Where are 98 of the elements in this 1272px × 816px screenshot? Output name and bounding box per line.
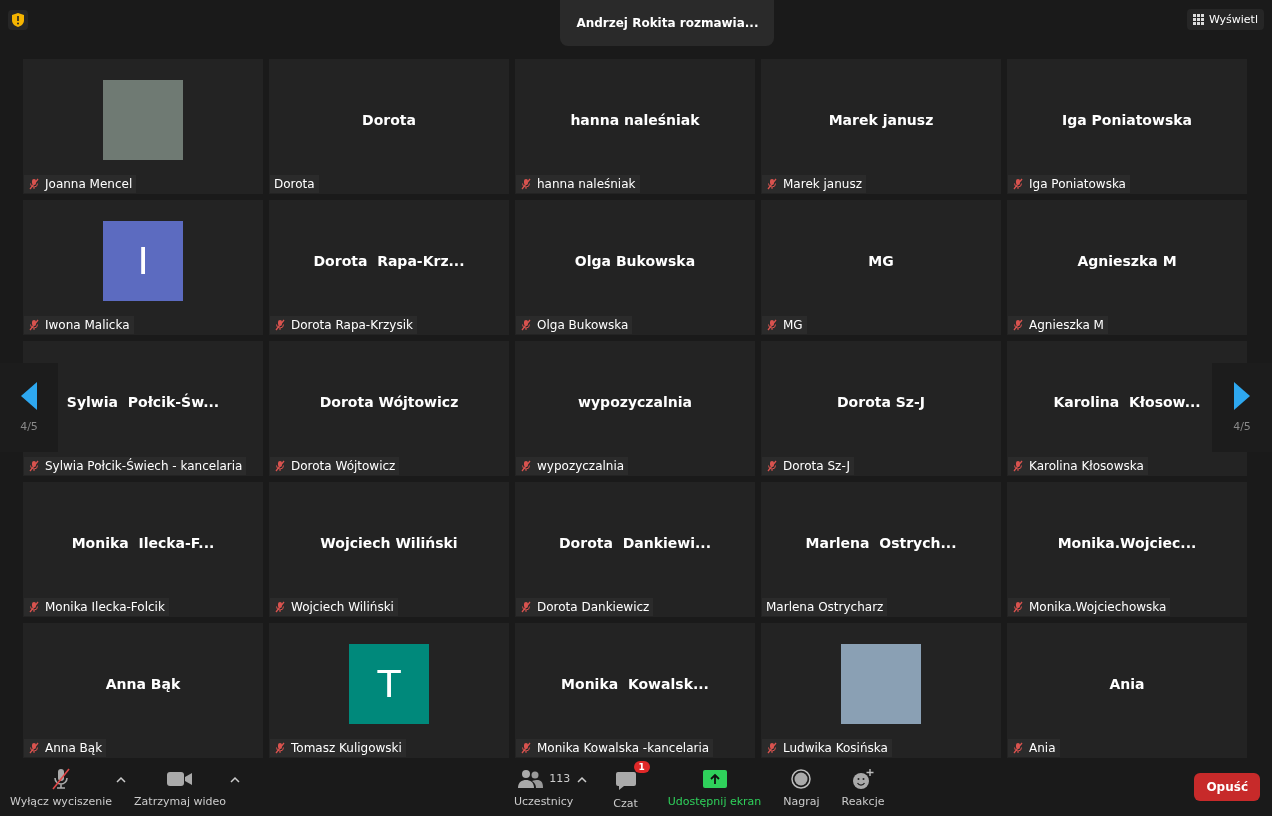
record-icon [791,768,812,789]
participant-name: Dorota Dankiewicz [537,600,650,614]
muted-microphone-icon [1012,178,1024,190]
grid-icon [1192,14,1204,25]
muted-microphone-icon [766,319,778,331]
participant-name: Iwona Malicka [45,318,130,332]
speaker-banner: Andrzej Rokita rozmawia... [560,0,775,46]
muted-microphone-icon [28,460,40,472]
participant-display-name: Dorota Sz-J [837,393,925,410]
muted-microphone-icon [520,742,532,754]
participant-display-name: Dorota Rapa-Krz... [313,252,465,269]
participant-display-name: hanna naleśniak [570,111,700,128]
muted-microphone-icon [274,319,286,331]
muted-microphone-icon [1012,319,1024,331]
participant-name: Marek janusz [783,177,862,191]
participant-display-name: Dorota [362,111,416,128]
video-camera-icon [167,769,194,788]
caret-icon[interactable] [577,775,588,783]
share-button[interactable]: Udostępnij ekran [663,762,766,812]
muted-microphone-icon [28,319,40,331]
participant-display-name: Monika Kowalsk... [561,675,709,692]
participant-name: hanna naleśniak [537,177,636,191]
previous-page-arrow-icon[interactable] [21,382,37,410]
page-indicator: 4/5 [1233,420,1251,433]
participant-name: Monika.Wojciechowska [1029,600,1167,614]
reactions-button[interactable]: Reakcje [837,762,889,812]
avatar: T [349,643,429,724]
participant-name: Agnieszka M [1029,318,1104,332]
avatar: I [103,220,183,301]
participant-name: Ludwika Kosińska [783,741,888,755]
muted-microphone-icon [520,178,532,190]
muted-microphone-icon [1012,742,1024,754]
participant-display-name: wypozyczalnia [578,393,692,410]
participant-name: MG [783,318,803,332]
participant-name: wypozyczalnia [537,459,625,473]
muted-microphone-icon [520,601,532,613]
leave-button[interactable]: Opuść [1194,773,1260,801]
muted-microphone-icon [274,460,286,472]
participant-name: Olga Bukowska [537,318,629,332]
mic-button[interactable]: Wyłącz wyciszenie [6,762,117,812]
participant-display-name: Monika Ilecka-F... [71,534,215,551]
caret-icon[interactable] [116,775,127,783]
share-screen-icon [702,769,727,788]
smiley-plus-icon [852,767,875,790]
participant-display-name: Karolina Kłosow... [1053,393,1201,410]
participant-display-name: Dorota Wójtowicz [319,393,459,410]
muted-microphone-icon [766,460,778,472]
participant-display-name: Marek janusz [828,111,934,128]
participant-display-name: Sylwia Połcik-Św... [66,393,220,410]
participant-name: Marlena Ostrycharz [766,600,884,614]
view-button[interactable]: Wyświetl [1186,9,1264,30]
participant-display-name: Olga Bukowska [574,252,696,269]
participant-name: Joanna Mencel [45,177,133,191]
participant-display-name: Agnieszka M [1077,252,1177,269]
record-button[interactable]: Nagraj [779,762,824,812]
muted-microphone-icon [520,460,532,472]
participant-display-name: Marlena Ostrych... [805,534,957,551]
page-indicator: 4/5 [20,420,38,433]
muted-microphone-icon [274,742,286,754]
muted-microphone-icon [28,742,40,754]
unread-badge: 1 [633,760,650,773]
muted-microphone-icon [28,601,40,613]
participant-name: Dorota Rapa-Krzysik [291,318,413,332]
participant-display-name: Wojciech Wiliński [320,534,458,551]
participant-name: Sylwia Połcik-Świech - kancelaria [45,459,243,473]
participant-name: Iga Poniatowska [1029,177,1126,191]
next-page-arrow-icon[interactable] [1234,382,1250,410]
muted-microphone-icon [520,319,532,331]
participant-display-name: Iga Poniatowska [1062,111,1192,128]
participant-display-name: Monika.Wojciec... [1057,534,1197,551]
participant-name: Ania [1029,741,1056,755]
muted-microphone-icon [766,742,778,754]
participant-name: Monika Kowalska -kancelaria [537,741,710,755]
muted-microphone-icon [766,178,778,190]
participant-count: 113 [549,772,571,785]
participant-name: Dorota [274,177,315,191]
participant-name: Tomasz Kuligowski [291,741,402,755]
muted-microphone-icon [1012,460,1024,472]
participants-button[interactable]: 113 Uczestnicy [510,762,578,812]
chat-bubble-icon [614,770,637,791]
chat-button[interactable]: Czat 1 [601,760,650,814]
muted-microphone-icon [274,601,286,613]
participant-display-name: Ania [1109,675,1145,692]
participant-name: Anna Bąk [45,741,103,755]
muted-microphone-icon [28,178,40,190]
participant-name: Karolina Kłosowska [1029,459,1144,473]
caret-icon[interactable] [230,775,240,783]
participant-display-name: Dorota Dankiewi... [559,534,711,551]
participant-display-name: Anna Bąk [105,675,181,692]
people-icon [517,768,544,789]
participant-name: Dorota Sz-J [783,459,850,473]
video-button[interactable]: Zatrzymaj wideo [130,762,230,812]
participant-display-name: MG [868,252,894,269]
muted-microphone-icon [1012,601,1024,613]
participant-name: Wojciech Wiliński [291,600,394,614]
participant-name: Monika Ilecka-Folcik [45,600,165,614]
shield-icon[interactable] [8,10,28,30]
participant-name: Dorota Wójtowicz [291,459,396,473]
